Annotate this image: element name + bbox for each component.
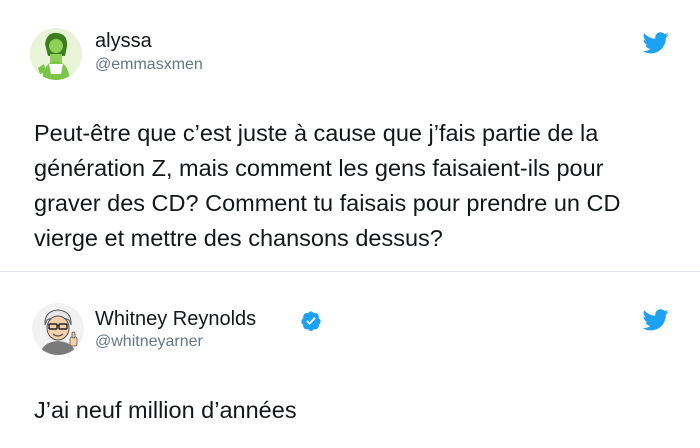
verified-badge-icon [300,310,322,332]
user-handle[interactable]: @whitneyarner [95,333,203,351]
tweet-text: Peut-être que c’est juste à cause que j’… [34,120,621,251]
tweet-divider [0,271,700,272]
avatar[interactable] [30,28,82,80]
display-name[interactable]: alyssa [95,30,152,53]
tweet-card: alyssa @emmasxmen Peut-être que c’est ju… [0,0,700,272]
twitter-bird-icon[interactable] [642,32,669,54]
display-name[interactable]: Whitney Reynolds [95,308,256,331]
tweet-text: J’ai neuf million d’années [34,397,297,423]
tweet-card: Whitney Reynolds @whitneyarner J’ai neuf… [0,273,700,448]
user-handle[interactable]: @emmasxmen [95,56,203,74]
twitter-bird-icon[interactable] [642,309,669,331]
avatar[interactable] [32,303,84,355]
